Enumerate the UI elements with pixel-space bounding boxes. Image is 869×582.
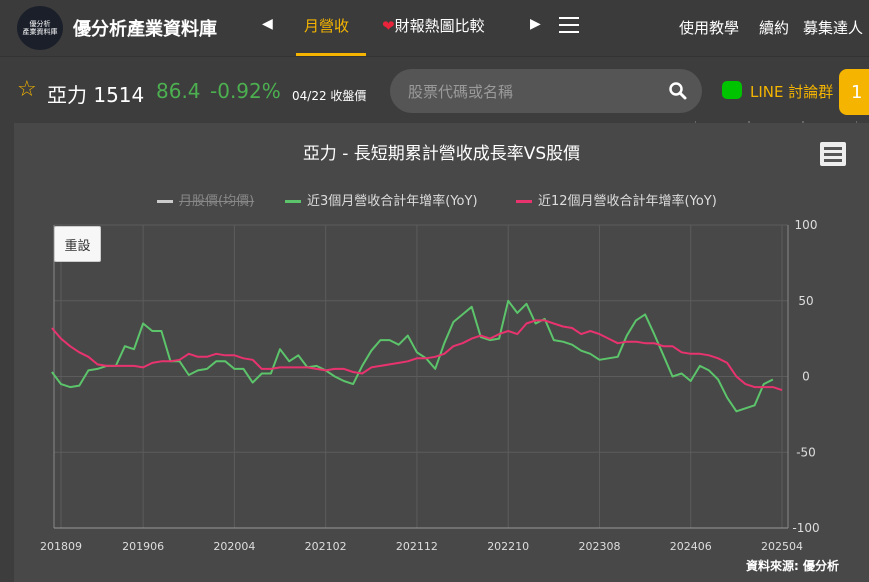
data-source: 資料來源: 優分析 (746, 559, 839, 573)
reset-zoom-button[interactable]: 重設 (54, 226, 101, 262)
recruit-link[interactable]: 募集達人 (803, 17, 863, 38)
chart-panel: 亞力 - 長短期累計營收成長率VS股價 月股價(均價) 近3個月營收合計年增率(… (14, 123, 869, 582)
x-tick-label: 202504 (761, 540, 803, 553)
nav-right-arrow-icon[interactable]: ▶ (530, 16, 541, 32)
heart-icon: ❤ (382, 17, 395, 35)
menu-icon[interactable] (559, 17, 579, 33)
top-navigation: 優分析 產業資料庫 優分析產業資料庫 ◀ 月營收 ❤財報熱圖比較 ▶ 使用教學 … (0, 0, 869, 61)
nav-left-arrow-icon[interactable]: ◀ (262, 16, 273, 32)
logo-text-line1: 優分析 (29, 20, 51, 28)
y-tick-label: 50 (798, 294, 813, 308)
search-input[interactable] (406, 79, 650, 105)
x-tick-label: 202210 (487, 540, 529, 553)
x-tick-label: 202102 (305, 540, 347, 553)
x-tick-label: 202308 (578, 540, 620, 553)
renew-link[interactable]: 續約 (759, 17, 789, 38)
badge-count: 1 (851, 82, 863, 103)
tutorial-link[interactable]: 使用教學 (679, 17, 739, 38)
line-app-icon[interactable] (722, 81, 742, 99)
tab-monthly-revenue[interactable]: 月營收 (304, 15, 349, 36)
active-tab-indicator (296, 53, 366, 56)
stock-name: 亞力 1514 (47, 83, 145, 107)
y-tick-label: 100 (795, 218, 818, 232)
brand-title[interactable]: 優分析產業資料庫 (73, 15, 217, 41)
stock-change: -0.92% (210, 79, 281, 103)
search-icon[interactable] (668, 81, 688, 101)
x-tick-label: 202112 (396, 540, 438, 553)
y-tick-label: -100 (792, 521, 819, 535)
stock-header: ☆ 亞力 1514 86.4 -0.92% 04/22 收盤價 LINE 討論群… (0, 57, 869, 121)
tab-label: 財報熱圖比較 (394, 17, 485, 35)
tab-financial-heatmap[interactable]: ❤財報熱圖比較 (382, 15, 485, 36)
x-tick-label: 202406 (670, 540, 712, 553)
star-icon[interactable]: ☆ (17, 77, 37, 102)
series-line-0 (51, 299, 774, 413)
stock-close-date: 04/22 收盤價 (292, 89, 367, 103)
notification-badge[interactable]: 1 (839, 69, 869, 115)
chart-plot: 100 50 0 -50 -100 201809 201906 202004 202102 202… (40, 218, 820, 553)
x-tick-label: 201809 (40, 540, 82, 553)
x-tick-label: 202004 (213, 540, 255, 553)
logo-text-line2: 產業資料庫 (22, 28, 58, 36)
x-tick-label: 201906 (122, 540, 164, 553)
search-box (390, 69, 702, 113)
y-tick-label: 0 (802, 370, 810, 384)
stock-price: 86.4 (156, 79, 201, 103)
y-tick-label: -50 (796, 445, 816, 459)
site-logo[interactable]: 優分析 產業資料庫 (17, 6, 63, 50)
line-group-link[interactable]: LINE 討論群 (750, 81, 833, 102)
